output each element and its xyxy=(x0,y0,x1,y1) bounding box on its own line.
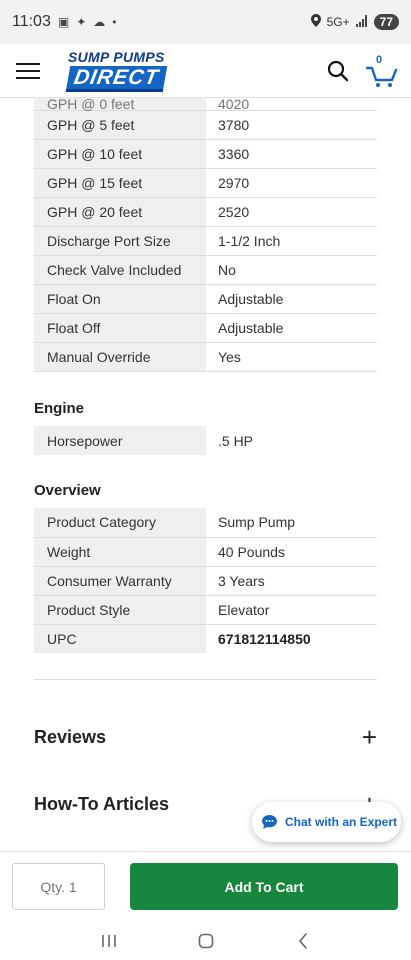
table-row: GPH @ 15 feet 2970 xyxy=(34,168,377,198)
spec-value: 4020 xyxy=(218,97,250,111)
table-row: Discharge Port Size 1-1/2 Inch xyxy=(34,226,377,256)
spec-label: Discharge Port Size xyxy=(34,226,206,256)
engine-table: Horsepower .5 HP xyxy=(34,426,377,455)
spec-label: Float Off xyxy=(34,313,206,343)
spec-value: 40 Pounds xyxy=(218,543,285,560)
table-row: Product Style Elevator xyxy=(34,595,377,624)
spec-label: Float On xyxy=(34,284,206,314)
spec-label: UPC xyxy=(34,624,206,653)
table-row: GPH @ 0 feet 4020 xyxy=(34,97,377,111)
search-icon xyxy=(327,60,349,81)
home-icon xyxy=(198,933,213,948)
table-row: GPH @ 20 feet 2520 xyxy=(34,197,377,227)
table-row: GPH @ 10 feet 3360 xyxy=(34,139,377,169)
cart-button[interactable]: 0 xyxy=(365,54,399,88)
spec-label: GPH @ 5 feet xyxy=(34,110,206,140)
back-chevron-icon xyxy=(298,932,307,949)
table-row: Float Off Adjustable xyxy=(34,313,377,343)
cart-icon xyxy=(365,66,398,87)
status-bar: 11:03 ▣ ✦ ☁ • 5G+ 77 xyxy=(0,0,411,44)
dot-icon: • xyxy=(112,15,117,29)
spec-label: Product Category xyxy=(34,508,206,537)
spec-label: GPH @ 0 feet xyxy=(34,97,206,111)
quantity-input[interactable]: Qty. 1 xyxy=(12,863,105,910)
add-to-cart-bar: Qty. 1 Add To Cart xyxy=(0,851,411,921)
reviews-title: Reviews xyxy=(34,726,107,747)
spec-label: Check Valve Included xyxy=(34,255,206,285)
table-row: Weight 40 Pounds xyxy=(34,537,377,566)
weather-icon: ☁ xyxy=(93,15,106,29)
spec-value: 3780 xyxy=(218,117,250,133)
search-button[interactable] xyxy=(323,56,353,86)
battery-badge: 77 xyxy=(373,14,399,30)
table-row: GPH @ 5 feet 3780 xyxy=(34,110,377,140)
network-label: 5G+ xyxy=(326,15,350,29)
screenshot-icon: ▣ xyxy=(57,15,70,29)
location-icon xyxy=(310,14,321,30)
specs-table: GPH @ 0 feet 4020 GPH @ 5 feet 3780 GPH @… xyxy=(34,97,377,372)
product-specifications: GPH @ 0 feet 4020 GPH @ 5 feet 3780 GPH @… xyxy=(0,97,411,817)
spec-value: 3360 xyxy=(218,146,250,162)
back-button[interactable] xyxy=(288,926,318,956)
spec-value: Adjustable xyxy=(218,320,284,336)
spec-value: 3 Years xyxy=(218,572,265,589)
section-divider xyxy=(34,679,377,680)
engine-heading: Engine xyxy=(34,400,85,417)
overview-heading: Overview xyxy=(34,482,101,499)
add-to-cart-button[interactable]: Add To Cart xyxy=(130,863,398,910)
spec-label: GPH @ 15 feet xyxy=(34,168,206,198)
spec-value: No xyxy=(218,262,236,278)
system-nav-bar xyxy=(0,921,411,960)
upc-value: 671812114850 xyxy=(218,630,311,647)
chat-label: Chat with an Expert xyxy=(285,815,398,829)
spec-value: 2520 xyxy=(218,204,250,220)
chat-with-expert-button[interactable]: Chat with an Expert xyxy=(252,802,401,842)
spec-value: Sump Pump xyxy=(218,514,296,531)
site-logo[interactable]: SUMP PUMPS DIRECT xyxy=(65,48,167,92)
cart-count: 0 xyxy=(376,53,383,66)
spec-label: Weight xyxy=(34,537,206,566)
spec-label: Horsepower xyxy=(34,426,206,455)
table-row: Check Valve Included No xyxy=(34,255,377,285)
table-row: Manual Override Yes xyxy=(34,342,377,372)
table-row: Horsepower .5 HP xyxy=(34,426,377,455)
spec-label: GPH @ 10 feet xyxy=(34,139,206,169)
reviews-accordion[interactable]: Reviews + xyxy=(34,724,377,750)
spec-value: .5 HP xyxy=(218,432,254,449)
spec-label: GPH @ 20 feet xyxy=(34,197,206,227)
spec-value: Elevator xyxy=(218,601,270,618)
sparkle-icon: ✦ xyxy=(76,15,87,29)
spec-value: Adjustable xyxy=(218,291,284,307)
table-row: Product Category Sump Pump xyxy=(34,508,377,537)
menu-button[interactable] xyxy=(0,44,56,98)
logo-top-text: SUMP PUMPS xyxy=(68,48,165,65)
spec-value: 1-1/2 Inch xyxy=(218,233,281,249)
hamburger-icon xyxy=(16,58,40,84)
status-time: 11:03 xyxy=(12,13,51,30)
signal-icon xyxy=(355,14,368,30)
site-header: SUMP PUMPS DIRECT 0 xyxy=(0,44,411,98)
overview-table: Product Category Sump Pump Weight 40 Pound… xyxy=(34,508,377,653)
table-row: UPC 671812114850 xyxy=(34,624,377,653)
table-row: Consumer Warranty 3 Years xyxy=(34,566,377,595)
logo-bottom-text: DIRECT xyxy=(65,65,167,92)
recent-apps-icon xyxy=(101,934,116,947)
spec-label: Manual Override xyxy=(34,342,206,372)
home-button[interactable] xyxy=(191,926,221,956)
recent-apps-button[interactable] xyxy=(94,926,124,956)
spec-value: Yes xyxy=(218,349,241,365)
spec-value: 2970 xyxy=(218,175,250,191)
howto-title: How-To Articles xyxy=(34,793,170,814)
spec-label: Product Style xyxy=(34,595,206,624)
table-row: Float On Adjustable xyxy=(34,284,377,314)
spec-label: Consumer Warranty xyxy=(34,566,206,595)
chat-bubble-icon xyxy=(262,815,277,829)
expand-plus-icon[interactable]: + xyxy=(362,724,377,750)
